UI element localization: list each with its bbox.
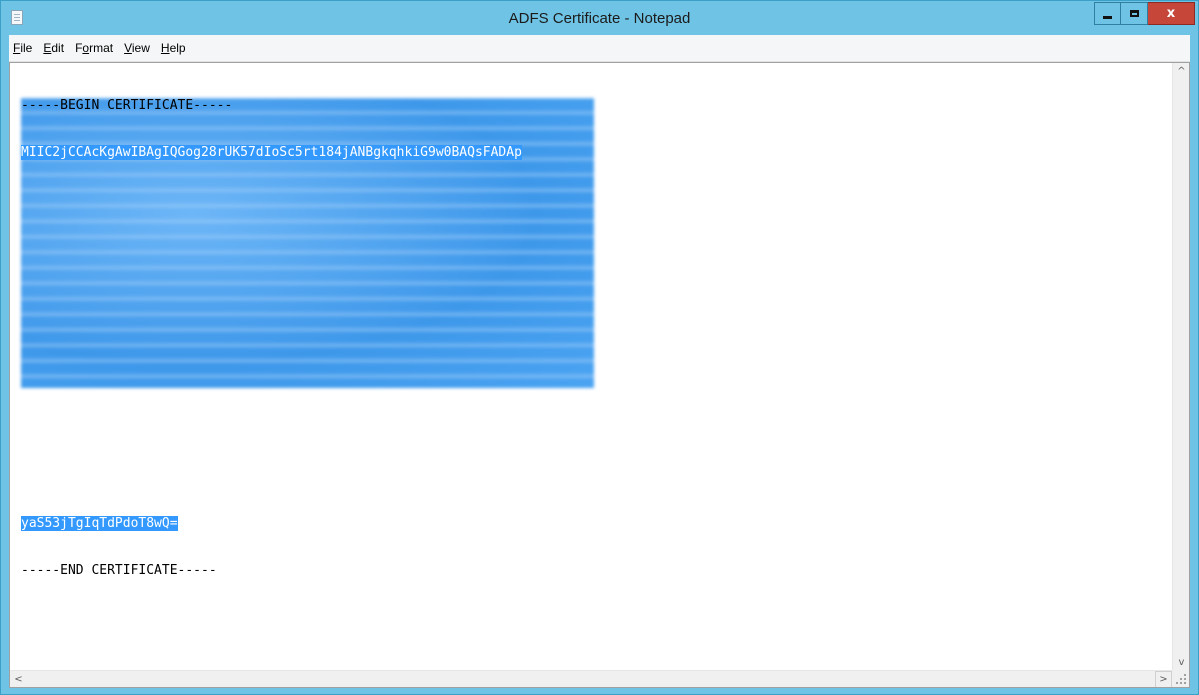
blurred-lines-spacer [21,191,522,485]
selected-last-cert-line: yaS53jTgIqTdPdoT8wQ= [21,516,178,531]
maximize-icon [1129,10,1139,17]
menu-view[interactable]: View [120,41,157,55]
scroll-right-icon[interactable]: > [1155,671,1172,687]
menu-view-rest: iew [131,41,150,55]
menu-help[interactable]: Help [157,41,193,55]
selected-first-cert-line: MIIC2jCCAcKgAwIBAgIQGog28rUK57dIoSc5rt18… [21,144,522,160]
menu-help-rest: elp [169,41,186,55]
begin-certificate-line: -----BEGIN CERTIFICATE----- [21,98,233,113]
vertical-scrollbar[interactable]: ^ v [1172,63,1189,671]
menu-edit-rest: dit [51,41,65,55]
menu-format-rest: rmat [89,41,114,55]
maximize-button[interactable] [1121,2,1148,25]
horizontal-scrollbar[interactable]: < > [10,670,1172,687]
minimize-icon [1103,15,1112,19]
document-text[interactable]: -----BEGIN CERTIFICATE----- MIIC2jCCAcKg… [21,67,522,609]
notepad-window: ADFS Certificate - Notepad x File Edit F… [0,0,1199,695]
end-certificate-line: -----END CERTIFICATE----- [21,562,217,578]
scroll-left-icon[interactable]: < [10,671,27,687]
minimize-button[interactable] [1094,2,1121,25]
title-bar[interactable]: ADFS Certificate - Notepad x [1,1,1198,35]
menu-file[interactable]: File [9,41,39,55]
menu-format[interactable]: Format [71,41,120,55]
menu-help-accel: H [160,41,170,55]
menu-bar: File Edit Format View Help [9,35,1190,62]
menu-edit[interactable]: Edit [39,41,71,55]
scroll-up-icon[interactable]: ^ [1173,63,1189,80]
close-button[interactable]: x [1148,2,1195,25]
window-title: ADFS Certificate - Notepad [508,10,691,27]
text-editor[interactable]: -----BEGIN CERTIFICATE----- MIIC2jCCAcKg… [9,62,1190,688]
scroll-down-icon[interactable]: v [1173,654,1189,671]
menu-file-rest: ile [20,41,33,55]
close-icon: x [1166,6,1176,21]
size-grip[interactable] [1172,670,1189,687]
menu-view-accel: V [124,41,132,55]
